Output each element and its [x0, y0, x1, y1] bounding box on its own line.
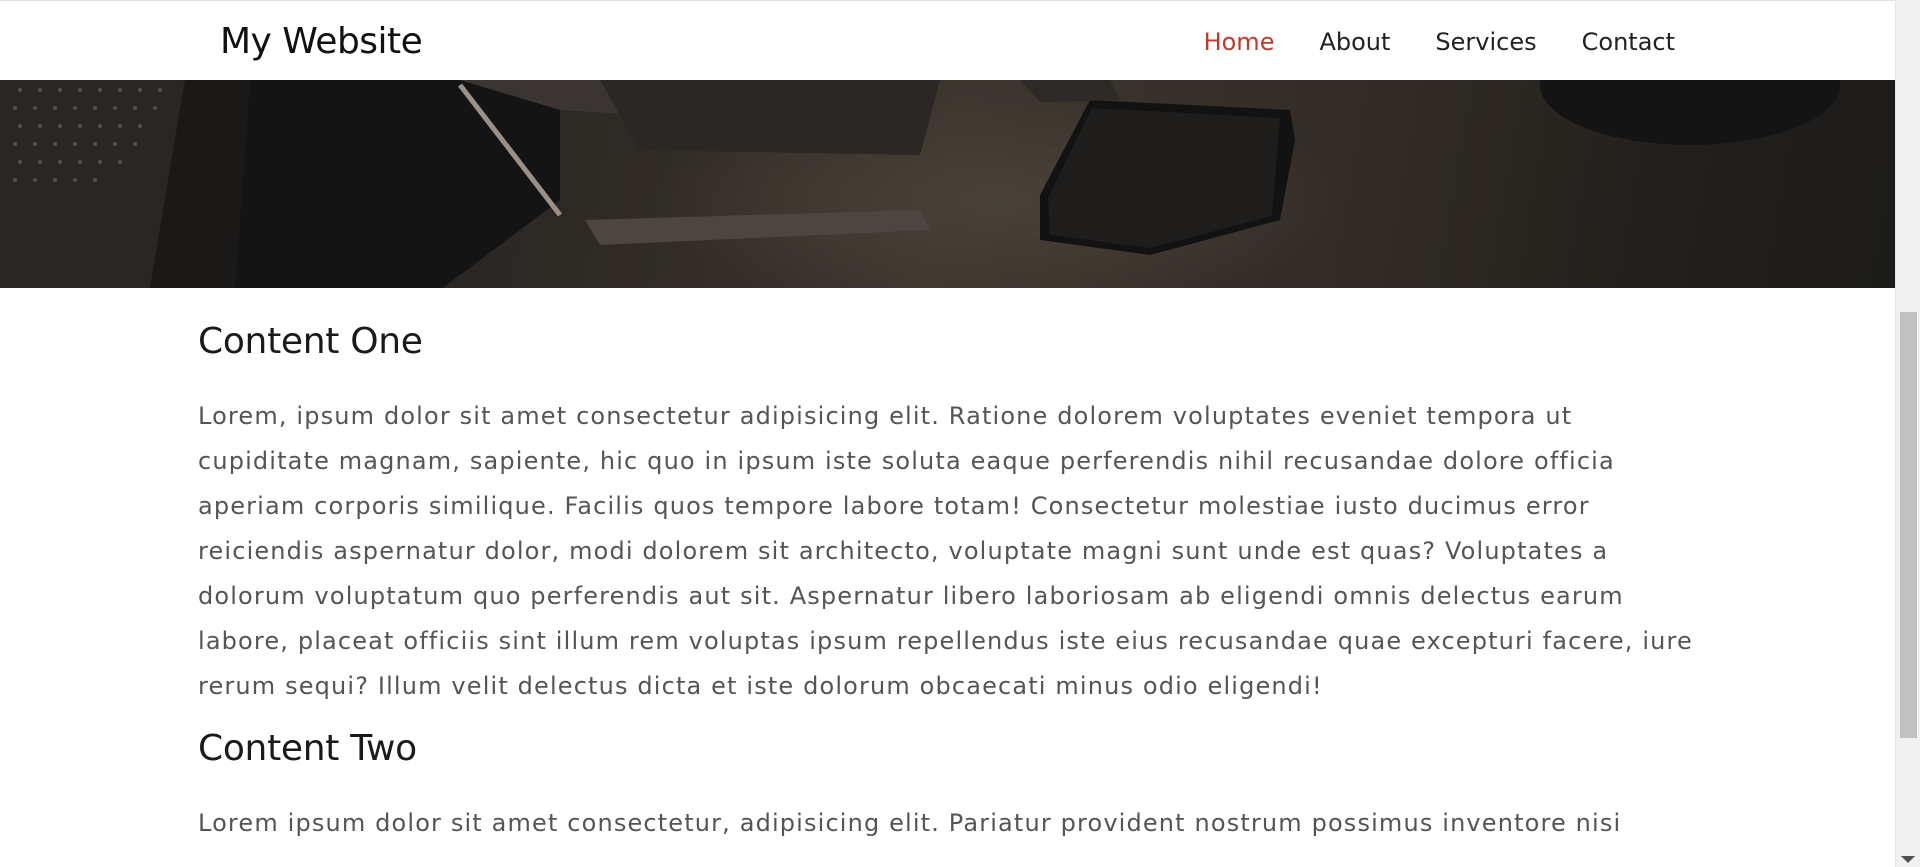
section-body-text: Lorem ipsum dolor sit amet consectetur, …	[198, 809, 1622, 837]
main-content: Content One Lorem, ipsum dolor sit amet …	[198, 288, 1698, 846]
nav-menu: Home About Services Contact	[1159, 27, 1675, 57]
scrollbar-thumb[interactable]	[1900, 312, 1917, 738]
hero-banner-image	[0, 80, 1895, 288]
content-section-two: Content Two Lorem ipsum dolor sit amet c…	[198, 727, 1698, 846]
navbar: My Website Home About Services Contact	[0, 0, 1895, 80]
section-heading: Content Two	[198, 728, 417, 769]
nav-link-about[interactable]: About	[1319, 27, 1390, 57]
nav-link-services[interactable]: Services	[1435, 27, 1536, 57]
site-logo[interactable]: My Website	[220, 21, 423, 63]
page-viewport: My Website Home About Services Contact C…	[0, 0, 1895, 867]
nav-link-home[interactable]: Home	[1204, 27, 1275, 57]
content-section-one: Content One Lorem, ipsum dolor sit amet …	[198, 320, 1698, 709]
scroll-down-arrow-icon[interactable]	[1901, 856, 1915, 863]
section-body-text: Lorem, ipsum dolor sit amet consectetur …	[198, 402, 1693, 700]
nav-link-contact[interactable]: Contact	[1582, 27, 1675, 57]
section-heading: Content One	[198, 321, 423, 362]
hero-desk-illustration	[0, 80, 1840, 288]
vertical-scrollbar[interactable]	[1895, 0, 1920, 867]
